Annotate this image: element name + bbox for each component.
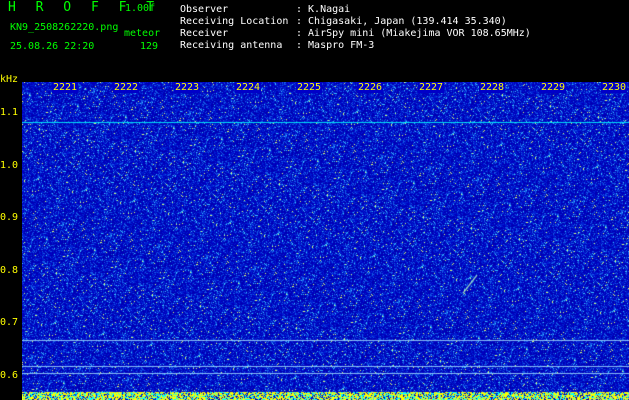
observer-label: Observer [180,4,229,15]
x-tick-label: 2229 [540,82,567,93]
x-tick-label: 2223 [174,82,201,93]
x-tick-label: 2221 [52,82,79,93]
x-tick-label: 2230 [601,82,628,93]
filename-label: KN9_2508262220.png [10,22,119,33]
y-tick-label: 0.9 [0,212,19,224]
x-tick-label: 2227 [418,82,445,93]
y-axis-label: kHz [0,74,19,85]
x-tick-label: 2226 [357,82,384,93]
y-axis [0,82,22,400]
y-tick-label: 0.8 [0,264,19,276]
antenna-label: Receiving antenna [180,40,283,51]
x-tick-label: 2224 [235,82,262,93]
x-tick-label: 2225 [296,82,323,93]
receiver-value: : AirSpy mini (Miakejima VOR 108.65MHz) [296,28,531,39]
spectrogram-canvas [22,82,629,400]
header: H R O F F T 1.00f KN9_2508262220.png met… [0,0,629,82]
x-tick-label: 2228 [479,82,506,93]
location-label: Receiving Location [180,16,289,27]
spectrogram: 2221 2222 2223 2224 2225 2226 2227 2228 2229 2230 [22,82,629,400]
observer-value: : K.Nagai [296,4,351,15]
mode-label: meteor [124,28,161,39]
y-tick-label: 1.1 [0,107,19,119]
y-tick-label: 0.6 [0,369,19,381]
receiver-label: Receiver [180,28,229,39]
y-tick-label: 1.0 [0,159,19,171]
count-label: 129 [140,41,159,52]
antenna-value: : Maspro FM-3 [296,40,375,51]
location-value: : Chigasaki, Japan (139.414 35.340) [296,16,507,27]
datetime-label: 25.08.26 22:20 [10,41,95,52]
version-label: 1.00f [125,3,156,14]
x-tick-label: 2222 [113,82,140,93]
y-tick-label: 0.7 [0,317,19,329]
